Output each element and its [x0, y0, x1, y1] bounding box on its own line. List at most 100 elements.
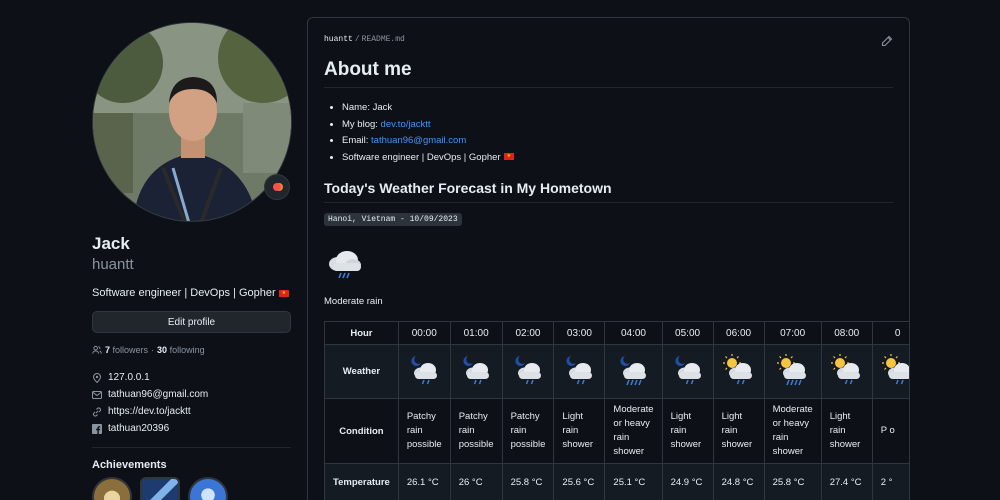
- weather-header: Weather: [324, 344, 399, 399]
- temperature-header: Temperature: [324, 463, 399, 500]
- breadcrumb-separator: /: [354, 35, 360, 44]
- location-date-code: Hanoi, Vietnam - 10/09/2023: [324, 213, 462, 226]
- hourly-forecast-table: Hour 00:00 01:00 02:00 03:00 04:00 05:00 06:00…: [324, 321, 909, 500]
- hour-cell: 06:00: [712, 321, 765, 345]
- night-heavy-rain-icon: [604, 344, 663, 399]
- readme-email-link[interactable]: tathuan96@gmail.com: [371, 135, 466, 146]
- website-row: https://dev.to/jacktt: [92, 403, 292, 420]
- facebook-link[interactable]: tathuan20396: [108, 423, 169, 434]
- followers-count: 7: [105, 345, 111, 355]
- edit-readme-pencil-icon[interactable]: [881, 34, 893, 47]
- about-item-email: Email: tathuan96@gmail.com: [342, 133, 893, 150]
- breadcrumb-user-link[interactable]: huantt: [324, 35, 353, 44]
- hour-cell: 05:00: [661, 321, 714, 345]
- followers-link[interactable]: 7 followers: [105, 345, 148, 355]
- condition-cell: Patchy rain possible: [397, 398, 451, 464]
- readme-breadcrumb: huantt / README.md: [324, 35, 405, 44]
- night-shower-icon: [553, 344, 606, 399]
- current-condition: Moderate rain: [324, 296, 383, 307]
- condition-row: Condition Patchy rain possible Patchy rai…: [324, 398, 909, 464]
- achievements-list: [92, 477, 292, 500]
- condition-cell: Light rain shower: [712, 398, 765, 464]
- forecast-heading: Today's Weather Forecast in My Hometown: [324, 180, 893, 203]
- blog-prefix: My blog:: [342, 118, 381, 130]
- hour-cell: 08:00: [820, 321, 873, 345]
- condition-cell: Moderate or heavy rain shower: [604, 398, 663, 464]
- email-row: tathuan96@gmail.com: [92, 386, 292, 403]
- condition-cell: Light rain shower: [820, 398, 873, 464]
- hour-cell: 0: [871, 321, 909, 345]
- followers-label: followers: [112, 345, 149, 355]
- link-icon: [92, 407, 102, 417]
- hour-cell: 01:00: [449, 321, 503, 345]
- profile-sidebar: Jack huantt Software engineer | DevOps |…: [92, 22, 292, 500]
- condition-cell: P o: [871, 398, 909, 464]
- location-row: 127.0.0.1: [92, 369, 292, 386]
- temperature-cell: 24.8 °C: [712, 463, 765, 500]
- following-link[interactable]: 30 following: [157, 345, 205, 355]
- sidebar-divider: [92, 447, 291, 448]
- people-icon: [92, 345, 102, 355]
- facebook-row: tathuan20396: [92, 420, 292, 437]
- mail-icon: [92, 390, 102, 400]
- hour-cell: 00:00: [397, 321, 451, 345]
- readme-content: About me Name: Jack My blog: dev.to/jack…: [324, 59, 909, 500]
- readme-bio-text: Software engineer | DevOps | Gopher: [342, 151, 501, 163]
- temperature-cell: 24.9 °C: [661, 463, 714, 500]
- profile-bio: Software engineer | DevOps | Gopher: [92, 287, 292, 299]
- about-item-name: Name: Jack: [342, 100, 893, 117]
- following-count: 30: [157, 345, 168, 355]
- readme-card: huantt/README.md About me Name: Jack My …: [307, 17, 910, 500]
- hour-row: Hour 00:00 01:00 02:00 03:00 04:00 05:00 06:00…: [324, 321, 909, 345]
- about-list: Name: Jack My blog: dev.to/jacktt Email:…: [324, 100, 893, 166]
- night-rain-icon: [449, 344, 503, 399]
- temperature-cell: 26 °C: [449, 463, 503, 500]
- profile-login: huantt: [92, 256, 134, 273]
- achievement-badge-pair-extraordinaire[interactable]: [92, 477, 132, 500]
- condition-cell: Patchy rain possible: [449, 398, 503, 464]
- email-link[interactable]: tathuan96@gmail.com: [108, 389, 208, 400]
- condition-cell: Light rain shower: [661, 398, 714, 464]
- temperature-cell: 25.8 °C: [501, 463, 555, 500]
- temperature-cell: 2 °: [871, 463, 909, 500]
- temperature-cell: 26.1 °C: [397, 463, 451, 500]
- night-rain-icon: [501, 344, 555, 399]
- condition-cell: Moderate or heavy rain shower: [763, 398, 822, 464]
- vietnam-flag-icon: [503, 153, 514, 161]
- website-link[interactable]: https://dev.to/jacktt: [108, 406, 191, 417]
- status-button[interactable]: [264, 174, 290, 200]
- following-label: following: [169, 345, 205, 355]
- location-text: 127.0.0.1: [108, 372, 150, 383]
- profile-name: Jack: [92, 234, 130, 253]
- hour-header: Hour: [324, 321, 399, 345]
- about-item-bio: Software engineer | DevOps | Gopher: [342, 150, 893, 167]
- achievements-title: Achievements: [92, 459, 167, 471]
- day-shower-icon: [871, 344, 909, 399]
- temperature-cell: 27.4 °C: [820, 463, 873, 500]
- hour-cell: 04:00: [604, 321, 663, 345]
- temperature-row: Temperature 26.1 °C 26 °C 25.8 °C 25.6 °C 25…: [324, 463, 909, 500]
- edit-profile-button[interactable]: Edit profile: [92, 311, 291, 333]
- night-shower-icon: [661, 344, 714, 399]
- hour-cell: 07:00: [763, 321, 822, 345]
- status-emoji-icon: [273, 183, 281, 191]
- blog-link[interactable]: dev.to/jacktt: [381, 119, 431, 130]
- weather-row: Weather: [324, 344, 909, 399]
- location-pin-icon: [92, 372, 102, 383]
- condition-cell: Patchy rain possible: [501, 398, 555, 464]
- condition-cell: Light rain shower: [553, 398, 606, 464]
- avatar[interactable]: [92, 22, 292, 222]
- night-rain-icon: [397, 344, 451, 399]
- avatar-container: [92, 22, 292, 222]
- achievement-badge-quickdraw[interactable]: [140, 477, 180, 500]
- condition-header: Condition: [324, 398, 399, 464]
- day-shower-icon: [820, 344, 873, 399]
- achievement-badge-pull-shark[interactable]: [188, 477, 228, 500]
- breadcrumb-file-link[interactable]: README.md: [362, 35, 405, 44]
- day-shower-icon: [712, 344, 765, 399]
- hour-cell: 02:00: [501, 321, 555, 345]
- current-weather-rain-cloud-icon: [324, 246, 364, 282]
- day-heavy-rain-icon: [763, 344, 822, 399]
- follow-separator: ·: [151, 345, 155, 355]
- profile-details: 127.0.0.1 tathuan96@gmail.com https://de…: [92, 369, 292, 437]
